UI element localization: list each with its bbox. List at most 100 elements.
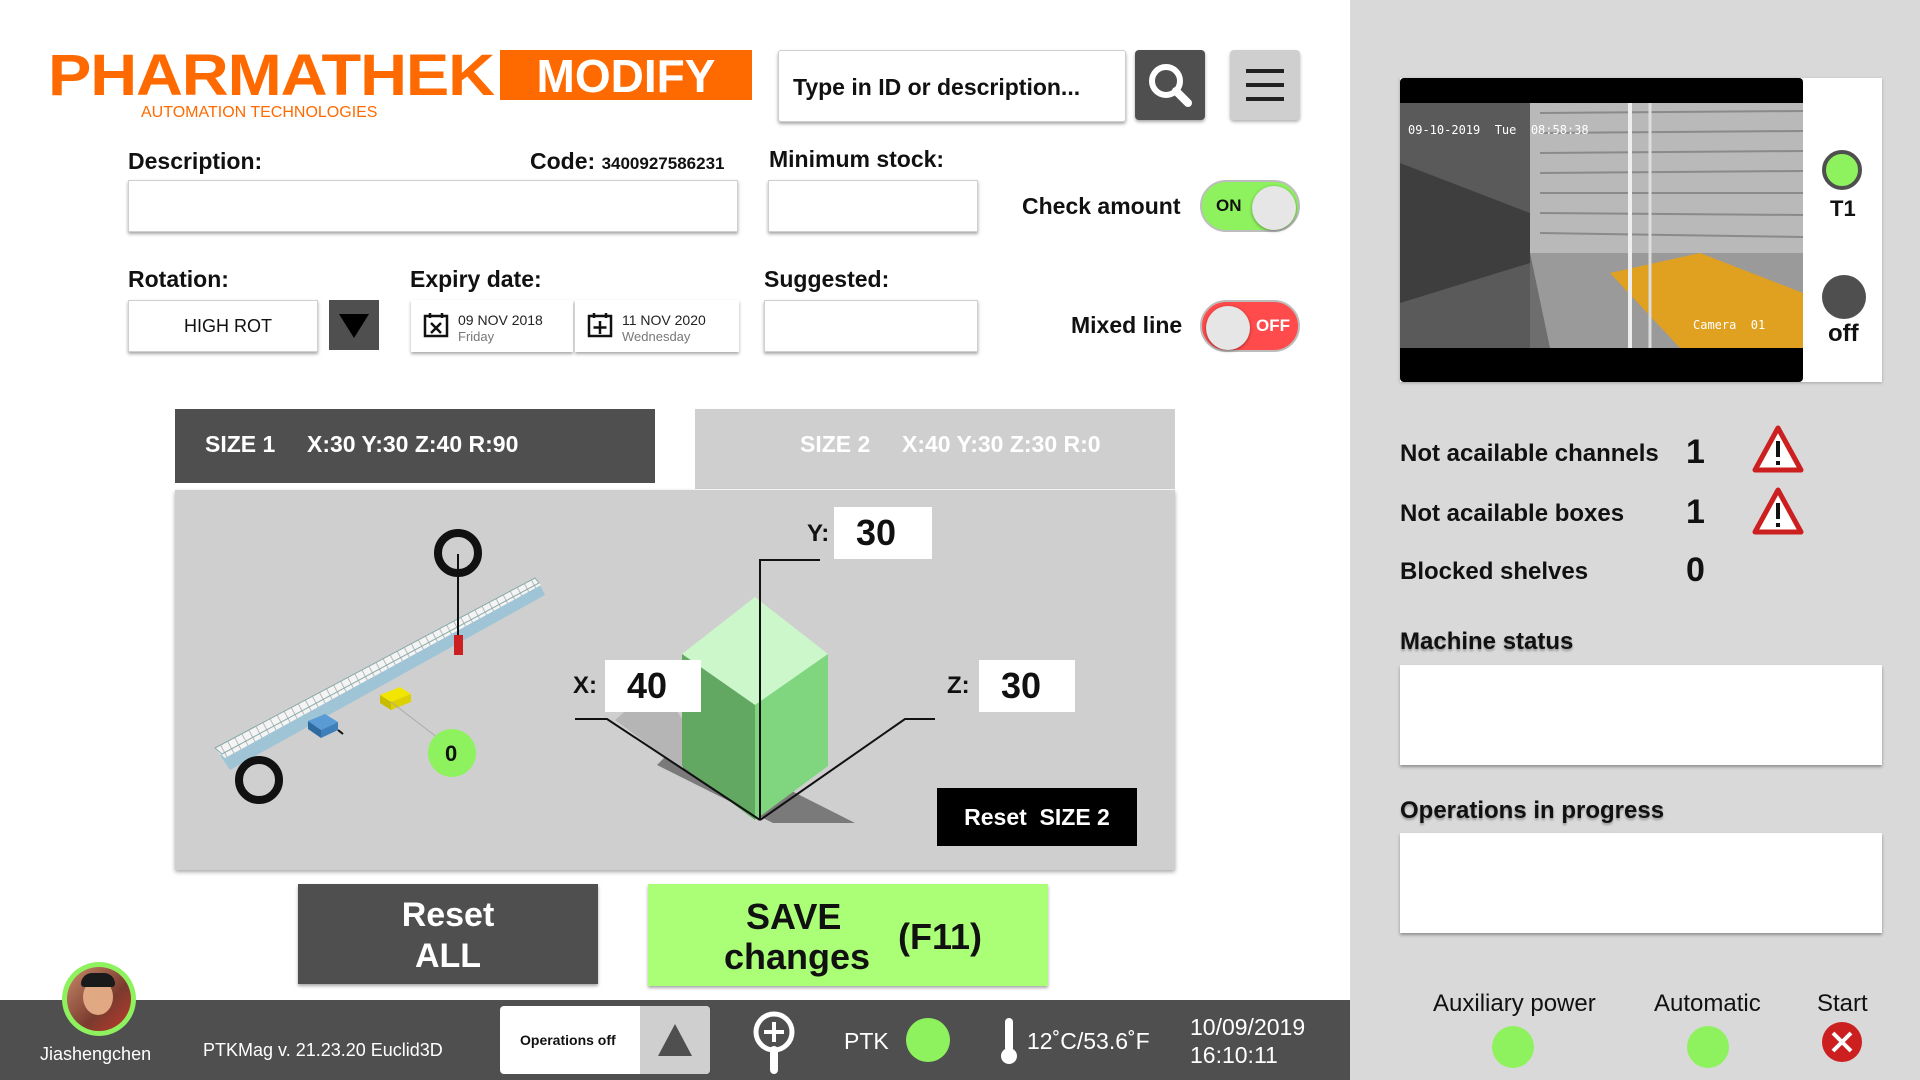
warning-icon[interactable]: [1752, 487, 1804, 535]
mixed-line-toggle[interactable]: OFF: [1200, 300, 1300, 352]
code-value: 3400927586231: [601, 154, 725, 173]
reset-all-line1: Reset: [401, 896, 495, 934]
expiry-label: Expiry date:: [410, 266, 542, 292]
operations-up-button[interactable]: [640, 1006, 710, 1074]
rotation-value: HIGH ROT: [184, 316, 272, 336]
search-field[interactable]: [778, 50, 1126, 122]
calendar-x-icon: [423, 313, 449, 338]
machine-status-box: [1400, 665, 1882, 765]
tab-size-1[interactable]: SIZE 1 X:30 Y:30 Z:40 R:90: [175, 409, 655, 483]
suggested-field[interactable]: [764, 300, 978, 352]
x-label: X:: [573, 672, 597, 699]
camera-off-indicator[interactable]: [1822, 275, 1866, 319]
tab-size-1-dims: X:30 Y:30 Z:40 R:90: [307, 431, 519, 457]
avatar-photo: [67, 967, 131, 1031]
expiry-to-date: 11 NOV 2020: [622, 312, 706, 328]
status-value-boxes: 1: [1686, 493, 1705, 531]
min-stock-label: Minimum stock:: [769, 146, 945, 172]
mode-badge: MODIFY: [500, 50, 752, 102]
description-field[interactable]: [128, 180, 738, 232]
toggle-on-text: ON: [1216, 196, 1242, 215]
brand-tagline: AUTOMATION TECHNOLOGIES: [141, 104, 378, 121]
hamburger-icon: [1246, 69, 1284, 101]
y-label: Y:: [807, 520, 830, 547]
temperature: 12˚C/53.6˚F: [1027, 1028, 1150, 1054]
status-label-boxes: Not acailable boxes: [1400, 500, 1625, 527]
code-label: Code:: [530, 148, 596, 174]
rotation-dropdown-button[interactable]: [329, 300, 379, 350]
rotation-select[interactable]: HIGH ROT: [128, 300, 318, 352]
operations-status: Operations off: [520, 1032, 616, 1048]
status-value-channels: 1: [1686, 433, 1705, 471]
toggle-off-text: OFF: [1256, 316, 1290, 335]
camera-t1-label: T1: [1830, 196, 1856, 221]
start-x-icon[interactable]: [1820, 1020, 1864, 1064]
conveyor-counter: 0: [428, 729, 476, 777]
start-label: Start: [1817, 990, 1868, 1017]
footer-time: 16:10:11: [1190, 1042, 1278, 1068]
size-panel: 0 X: 40 Y: 30 Z: 30 Reset SIZE 2: [175, 490, 1175, 870]
ptk-label: PTK: [844, 1028, 889, 1054]
user-name: Jiashengchen: [40, 1044, 152, 1064]
warning-icon[interactable]: [1752, 425, 1804, 473]
camera-feed-image: [1400, 103, 1803, 348]
save-line2: changes: [724, 936, 871, 977]
y-input[interactable]: 30: [834, 507, 932, 559]
thermometer-icon: [1001, 1018, 1017, 1064]
camera-timestamp: 09-10-2019 Tue 08:58:38: [1408, 123, 1589, 137]
operations-control[interactable]: Operations off: [500, 1006, 710, 1074]
expiry-to-picker[interactable]: 11 NOV 2020 Wednesday: [575, 300, 739, 352]
reset-all-button[interactable]: Reset ALL: [298, 884, 598, 984]
operations-label: Operations in progress: [1400, 797, 1665, 824]
status-value-shelves: 0: [1686, 551, 1705, 589]
search-icon: [1149, 64, 1192, 107]
check-amount-label: Check amount: [1022, 193, 1181, 219]
avatar[interactable]: [62, 962, 136, 1036]
footer-date: 10/09/2019: [1190, 1014, 1306, 1040]
camera-off-label: off: [1828, 320, 1859, 347]
z-label: Z:: [947, 672, 970, 699]
reset-all-line2: ALL: [414, 937, 482, 975]
save-shortcut: (F11): [898, 916, 983, 957]
search-input[interactable]: [791, 69, 1115, 105]
status-label-channels: Not acailable channels: [1400, 440, 1659, 467]
z-input[interactable]: 30: [979, 660, 1075, 712]
tab-size-2[interactable]: SIZE 2 X:40 Y:30 Z:30 R:0: [695, 409, 1175, 489]
save-line1: SAVE: [746, 896, 842, 937]
expiry-from-day: Friday: [458, 329, 495, 344]
brand-name: PHARMATHEK: [48, 43, 495, 108]
tab-size-2-dims: X:40 Y:30 Z:30 R:0: [902, 431, 1101, 457]
conveyor-illustration: [214, 529, 545, 804]
expiry-to-day: Wednesday: [622, 329, 691, 344]
triangle-down-icon: [339, 314, 369, 338]
search-button[interactable]: [1135, 50, 1205, 120]
save-button[interactable]: SAVE changes (F11): [648, 884, 1048, 986]
rotation-label: Rotation:: [128, 266, 229, 292]
menu-button[interactable]: [1230, 50, 1300, 120]
zoom-in-icon[interactable]: [750, 1010, 798, 1074]
aux-power-indicator: [1492, 1026, 1534, 1068]
camera-label: Camera 01: [1693, 318, 1766, 332]
toggle-knob: [1252, 186, 1296, 230]
calendar-plus-icon: [587, 313, 613, 338]
ptk-indicator: [906, 1018, 950, 1062]
expiry-from-picker[interactable]: 09 NOV 2018 Friday: [411, 300, 573, 352]
camera-t1-indicator[interactable]: [1822, 150, 1862, 190]
suggested-label: Suggested:: [764, 266, 890, 292]
check-amount-toggle[interactable]: ON: [1200, 180, 1300, 232]
machine-status-label: Machine status: [1400, 628, 1574, 655]
aux-power-label: Auxiliary power: [1433, 990, 1596, 1017]
reset-size2-button[interactable]: Reset SIZE 2: [937, 788, 1137, 846]
conveyor-counter-value: 0: [445, 741, 458, 766]
expiry-from-date: 09 NOV 2018: [458, 312, 543, 328]
avatar-hair: [81, 973, 115, 987]
camera-view[interactable]: 09-10-2019 Tue 08:58:38 Camera 01: [1400, 78, 1803, 382]
code-display: Code: 3400927586231: [530, 148, 724, 175]
x-input[interactable]: 40: [605, 660, 701, 712]
mixed-line-label: Mixed line: [1071, 312, 1183, 338]
tab-size-1-name: SIZE 1: [205, 431, 276, 457]
tab-size-2-name: SIZE 2: [800, 431, 871, 457]
description-label: Description:: [128, 148, 263, 174]
min-stock-field[interactable]: [768, 180, 978, 232]
status-label-shelves: Blocked shelves: [1400, 558, 1589, 585]
